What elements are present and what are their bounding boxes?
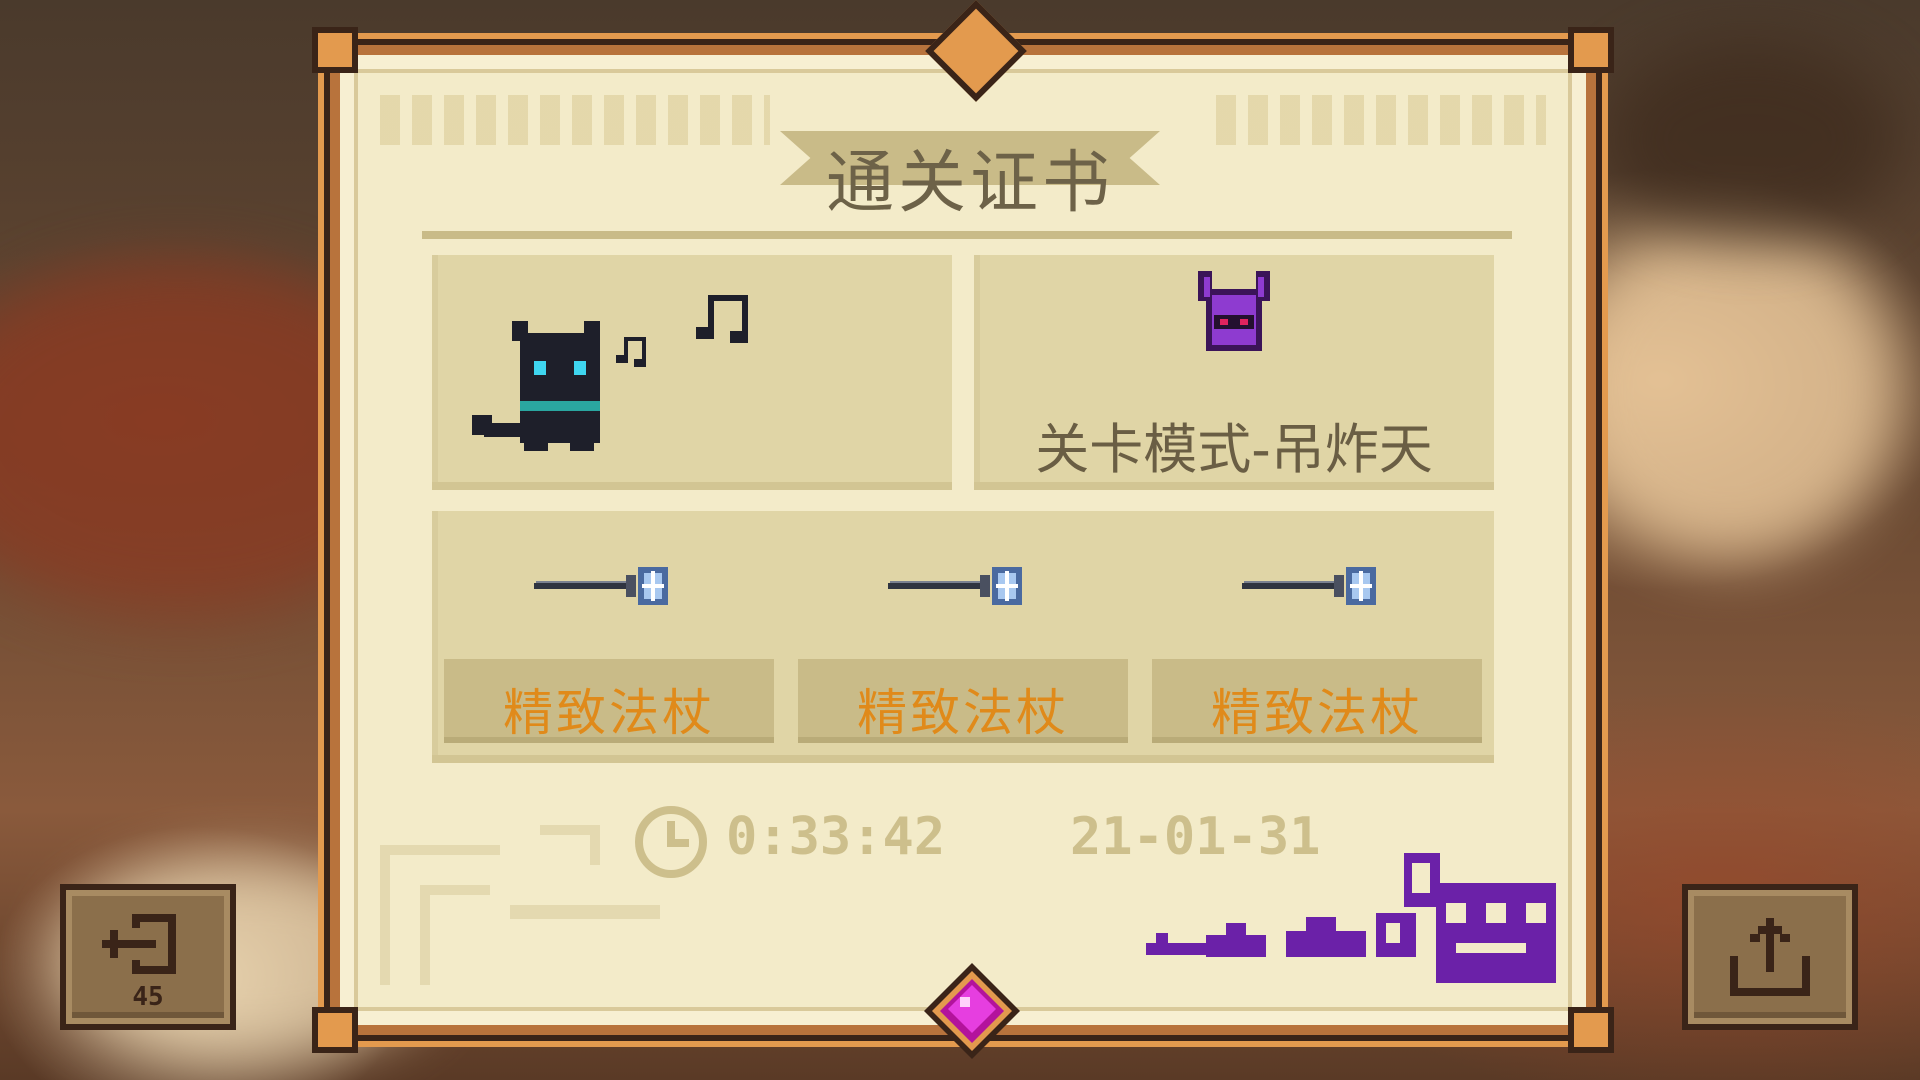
item-name: 精致法杖	[857, 684, 1069, 742]
exit-button[interactable]: 45	[60, 884, 236, 1030]
corner-ornament	[380, 825, 660, 985]
title-divider	[422, 231, 1512, 239]
exit-count-label: 45	[132, 982, 164, 1012]
mode-panel: 关卡模式-吊炸天	[974, 255, 1494, 490]
item-slot: 精致法杖	[1152, 511, 1482, 763]
frame-crest	[925, 0, 1027, 102]
ornament-band	[1216, 95, 1546, 145]
item-slot: 精致法杖	[798, 511, 1128, 763]
clear-time: 0:33:42	[726, 807, 946, 867]
black-cat-icon	[472, 295, 748, 451]
signature-mark	[1146, 853, 1556, 983]
frame-corner	[1568, 1007, 1614, 1053]
certificate-title: 通关证书	[825, 144, 1114, 223]
item-name: 精致法杖	[503, 684, 715, 742]
item-slot: 精致法杖	[444, 511, 774, 763]
gem-icon	[924, 963, 1020, 1059]
horned-helmet-icon	[1198, 271, 1270, 351]
share-icon	[1730, 918, 1810, 996]
background-blur	[1600, 40, 1900, 240]
staff-icon	[1242, 567, 1376, 605]
ornament-band	[380, 95, 770, 145]
items-panel: 精致法杖 精致法杖 精致法杖	[432, 511, 1494, 763]
staff-icon	[534, 567, 668, 605]
item-name: 精致法杖	[1211, 684, 1423, 742]
frame-corner	[312, 27, 358, 73]
background-blur	[1560, 220, 1900, 560]
game-mode-label: 关卡模式-吊炸天	[1035, 418, 1433, 481]
frame-corner	[312, 1007, 358, 1053]
certificate-panel: 通关证书 关卡模式-吊炸天 精致法杖 精致法杖 精致法杖 0:33:42 21-…	[312, 0, 1614, 1059]
frame-corner	[1568, 27, 1614, 73]
staff-icon	[888, 567, 1022, 605]
character-panel	[432, 255, 952, 490]
share-button[interactable]	[1682, 884, 1858, 1030]
